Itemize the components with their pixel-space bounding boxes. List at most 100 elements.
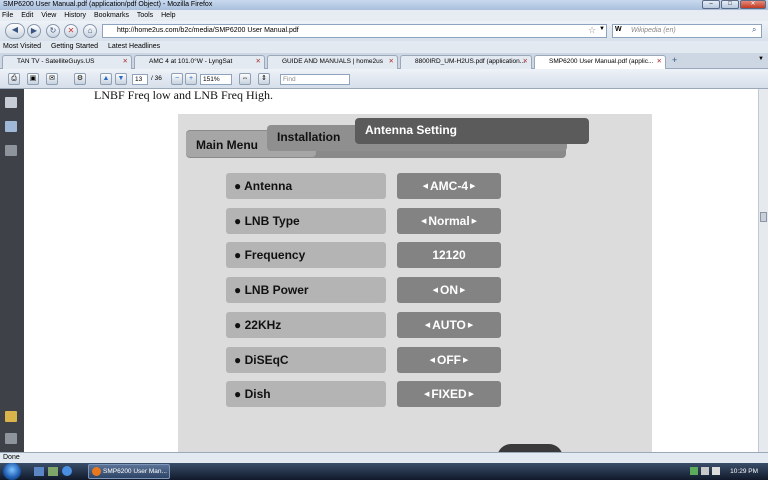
show-desktop-icon[interactable] <box>34 467 44 476</box>
tab-lyngsat[interactable]: AMC 4 at 101.0°W - LyngSat ✕ <box>134 55 265 69</box>
tab-list-icon[interactable]: ▼ <box>758 56 764 62</box>
comments-icon[interactable] <box>5 411 17 422</box>
right-arrow-icon: ▶ <box>468 182 476 190</box>
forward-button[interactable]: ▶ <box>27 24 41 38</box>
bullet-icon: ● <box>234 387 245 402</box>
window-controls: – □ ✕ <box>702 0 766 9</box>
zoom-in-icon[interactable]: + <box>185 73 197 85</box>
tv-row-value-antenna: ◀ AMC-4 ▶ <box>397 173 501 199</box>
back-button[interactable]: ◀ <box>5 23 25 39</box>
tv-row-label-text: Dish <box>244 387 271 402</box>
bookmarks-toolbar: Most Visited Getting Started Latest Head… <box>0 41 768 53</box>
signatures-icon[interactable] <box>5 145 17 156</box>
bookmark-star-icon[interactable]: ☆ <box>588 25 596 36</box>
menu-tools[interactable]: Tools <box>137 12 153 19</box>
bullet-icon: ● <box>234 352 245 367</box>
tv-row-label-antenna: ● Antenna <box>226 173 386 199</box>
attachments-icon[interactable] <box>5 433 17 444</box>
print-icon[interactable]: ⎙ <box>8 73 20 85</box>
bookmark-latest-headlines[interactable]: Latest Headlines <box>108 43 160 50</box>
tab-close-icon[interactable]: ✕ <box>123 56 128 68</box>
start-button[interactable] <box>3 463 21 480</box>
tab-label: 8800IRD_UM-H2US.pdf (application... <box>415 58 526 65</box>
home-icon: ⌂ <box>87 26 93 35</box>
forward-arrow-icon: ▶ <box>30 26 38 35</box>
tv-tab-antenna-setting: Antenna Setting <box>355 118 589 144</box>
right-arrow-icon: ▶ <box>469 217 477 225</box>
menu-view[interactable]: View <box>41 12 56 19</box>
tv-row-value-frequency: 12120 <box>397 242 501 269</box>
tab-smp6200[interactable]: SMP6200 User Manual.pdf (applic... ✕ <box>534 55 666 69</box>
menu-file[interactable]: File <box>2 12 13 19</box>
tab-guide-manuals[interactable]: GUIDE AND MANUALS | home2us ✕ <box>267 55 398 69</box>
reload-button[interactable]: ↻ <box>46 24 60 38</box>
url-dropdown-icon[interactable]: ▼ <box>599 26 605 32</box>
pdf-side-panel <box>0 89 24 452</box>
bookmark-most-visited[interactable]: Most Visited <box>3 43 41 50</box>
tab-8800ird[interactable]: 8800IRD_UM-H2US.pdf (application... ✕ <box>400 55 532 69</box>
url-bar[interactable]: http://home2us.com/b2c/media/SMP6200 Use… <box>102 24 607 38</box>
window-title: SMP6200 User Manual.pdf (application/pdf… <box>3 1 213 8</box>
page-number-input[interactable]: 13 <box>132 74 148 85</box>
tray-icon-1[interactable] <box>690 467 698 475</box>
home-button[interactable]: ⌂ <box>83 24 97 38</box>
save-icon[interactable]: ▣ <box>27 73 39 85</box>
bookmark-getting-started[interactable]: Getting Started <box>51 43 98 50</box>
pages-icon[interactable] <box>5 97 17 108</box>
tv-row-value-text: OFF <box>437 352 461 367</box>
scrollbar-thumb[interactable] <box>760 212 767 222</box>
network-icon[interactable] <box>701 467 709 475</box>
menu-bookmarks[interactable]: Bookmarks <box>94 12 129 19</box>
menu-help[interactable]: Help <box>161 12 175 19</box>
tv-row-value-dish: ◀ FIXED ▶ <box>397 381 501 408</box>
close-button[interactable]: ✕ <box>740 0 766 9</box>
tab-label: TAN TV - SatelliteGuys.US <box>17 58 95 65</box>
search-icon[interactable]: ⌕ <box>752 25 756 35</box>
tv-row-value-text: AMC-4 <box>430 179 468 193</box>
stop-button[interactable]: ✕ <box>64 24 78 38</box>
tools-icon[interactable]: ⚙ <box>74 73 86 85</box>
tv-row-value-text: ON <box>440 283 458 298</box>
volume-icon[interactable] <box>712 467 720 475</box>
left-arrow-icon: ◀ <box>432 286 440 294</box>
tab-close-icon[interactable]: ✕ <box>523 56 528 68</box>
menu-history[interactable]: History <box>64 12 86 19</box>
tab-close-icon[interactable]: ✕ <box>657 56 662 68</box>
tab-label: GUIDE AND MANUALS | home2us <box>282 58 384 65</box>
minimize-button[interactable]: – <box>702 0 720 9</box>
tv-row-label-diseqc: ● DiSEqC <box>226 346 386 373</box>
tab-satelliteguys[interactable]: TAN TV - SatelliteGuys.US ✕ <box>2 55 132 69</box>
tab-label: AMC 4 at 101.0°W - LyngSat <box>149 58 233 65</box>
search-input[interactable]: Wikipedia (en) <box>612 24 762 38</box>
left-arrow-icon: ◀ <box>424 321 433 329</box>
tv-row-label-text: LNB Power <box>244 283 309 298</box>
new-tab-button[interactable]: + <box>672 55 677 65</box>
page-up-icon[interactable]: ▲ <box>100 73 112 85</box>
clock[interactable]: 10:29 PM <box>730 463 758 480</box>
maximize-button[interactable]: □ <box>721 0 739 9</box>
zoom-select[interactable]: 151% <box>200 74 232 85</box>
tv-row-label-text: Antenna <box>244 179 293 193</box>
bullet-icon: ● <box>234 317 245 332</box>
fit-page-icon[interactable]: ⇕ <box>258 73 270 85</box>
tab-close-icon[interactable]: ✕ <box>389 56 394 68</box>
zoom-out-icon[interactable]: − <box>171 73 183 85</box>
search-engine-icon[interactable]: W <box>615 26 622 33</box>
menu-edit[interactable]: Edit <box>21 12 33 19</box>
tv-row-label-frequency: ● Frequency <box>226 242 386 269</box>
tv-row-label-text: 22KHz <box>244 317 282 332</box>
window-titlebar: SMP6200 User Manual.pdf (application/pdf… <box>0 0 768 10</box>
back-arrow-icon: ◀ <box>11 25 19 34</box>
fit-width-icon[interactable]: ⇔ <box>239 73 251 85</box>
switch-windows-icon[interactable] <box>48 467 58 476</box>
tab-close-icon[interactable]: ✕ <box>256 56 261 68</box>
find-input[interactable]: Find <box>280 74 350 85</box>
ie-icon[interactable] <box>62 466 72 476</box>
bookmarks-icon[interactable] <box>5 121 17 132</box>
menu-bar: File Edit View History Bookmarks Tools H… <box>0 10 768 21</box>
bullet-icon: ● <box>234 283 245 298</box>
vertical-scrollbar[interactable] <box>758 89 768 452</box>
page-down-icon[interactable]: ▼ <box>115 73 127 85</box>
manual-text: LNBF Freq low and LNB Freq High. <box>94 88 273 102</box>
share-icon[interactable]: ✉ <box>46 73 58 85</box>
